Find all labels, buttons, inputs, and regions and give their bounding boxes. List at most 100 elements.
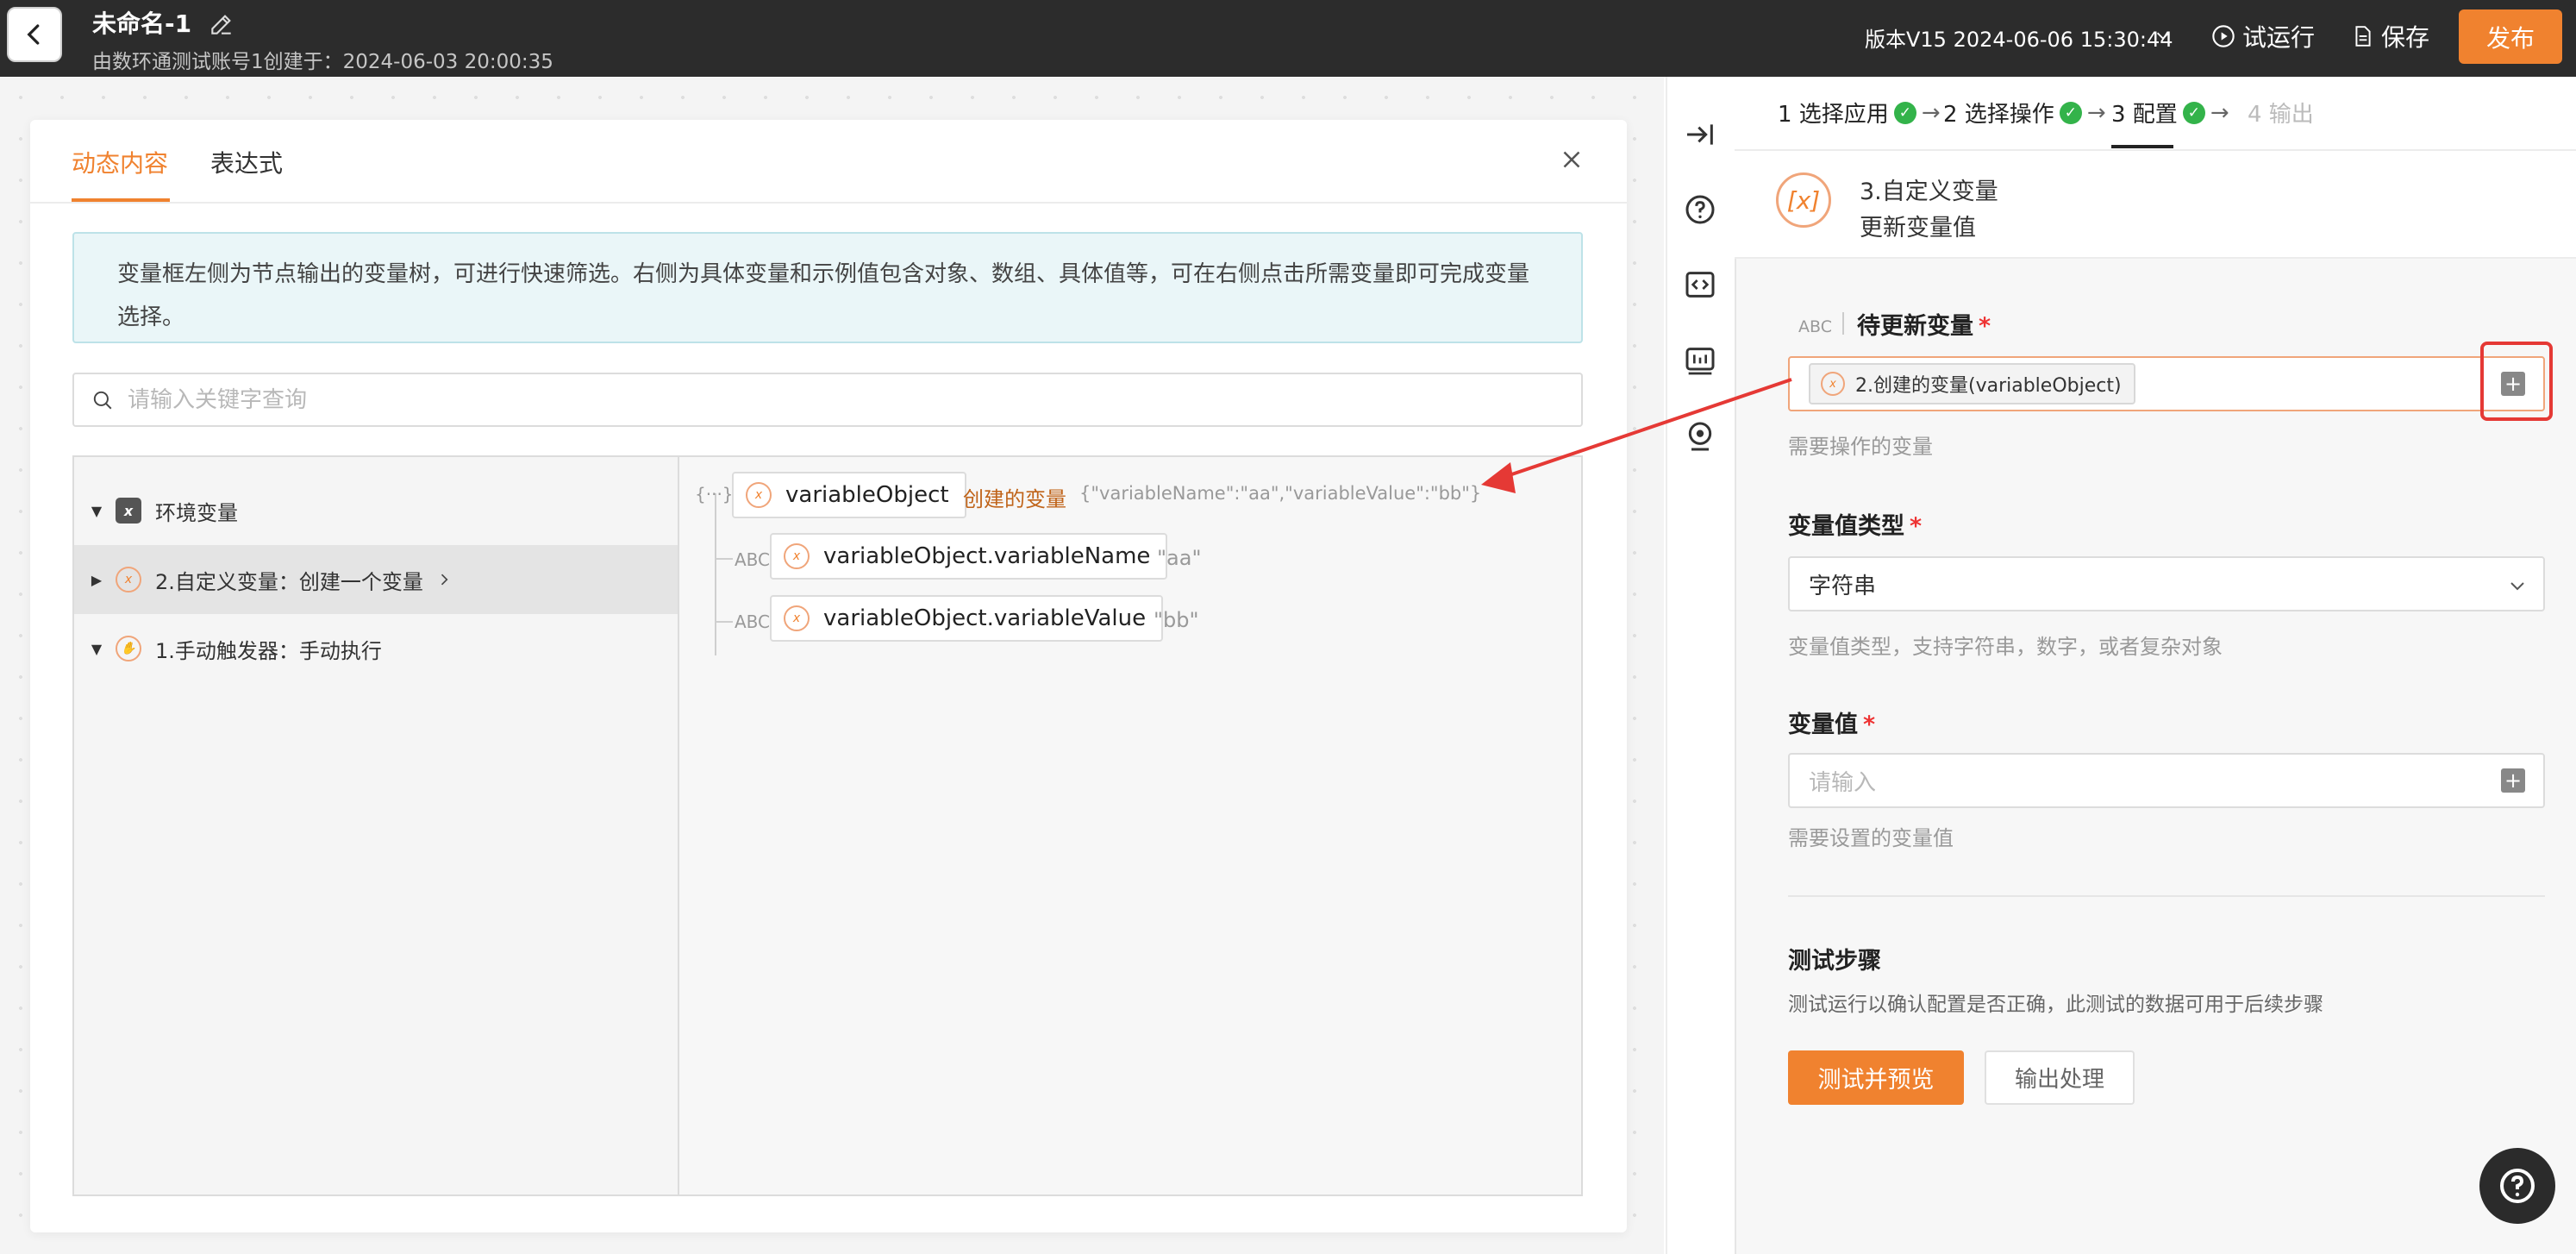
log-icon[interactable] [1683,343,1717,378]
tabs-divider [30,202,1627,204]
tab-expression[interactable]: 表达式 [210,145,283,179]
variable-node-icon: x [784,605,810,631]
variable-chip-value[interactable]: x variableObject.variableValue [770,595,1164,642]
step-output[interactable]: 4 输出 [2248,97,2314,129]
chevron-right-icon [441,574,448,586]
tree-item-custom-variable[interactable]: ▶ x 2.自定义变量：创建一个变量 [74,545,678,614]
check-circle-icon: ✓ [2059,101,2082,124]
hand-icon: ✋ [116,636,141,661]
badge-divider [1842,312,1844,335]
info-banner: 变量框左侧为节点输出的变量树，可进行快速筛选。右侧为具体变量和示例值包含对象、数… [72,232,1583,343]
arrow-right-icon: → [2210,99,2229,126]
selected-variable-chip[interactable]: x 2.创建的变量(variableObject) [1809,363,2135,404]
save-button[interactable]: 保存 [2352,19,2429,53]
step-label: 4 输出 [2248,102,2314,128]
tree-item-label: 1.手动触发器：手动执行 [155,638,382,663]
variable-name: variableObject.variableName [823,543,1151,569]
target-variable-hint: 需要操作的变量 [1788,435,1933,459]
publish-button[interactable]: 发布 [2459,9,2562,64]
test-step-title: 测试步骤 [1788,948,1881,975]
test-run-button[interactable]: 试运行 [2211,19,2315,53]
selected-variable-label: 2.创建的变量(variableObject) [1855,375,2122,397]
search-icon [93,391,112,409]
step-configure[interactable]: 3 配置 ✓ → [2111,97,2229,129]
help-icon [2500,1169,2535,1203]
document-icon [2355,26,2371,47]
arrow-right-icon: → [2086,99,2106,126]
chevron-down-icon[interactable] [2154,26,2173,45]
test-step-desc: 测试运行以确认配置是否正确，此测试的数据可用于后续步骤 [1788,994,2323,1016]
arrow-right-icon: → [1921,99,1941,126]
variable-value-placeholder: 请输入 [1809,769,1877,796]
tree-item-env[interactable]: ▼ x 环境变量 [74,476,678,545]
variable-name: variableObject.variableValue [823,605,1147,631]
version-select[interactable]: 版本V15 2024-06-06 15:30:44 [1865,22,2173,53]
value-type-label: 变量值类型 * [1788,513,1923,540]
tab-dynamic-content[interactable]: 动态内容 [72,145,168,179]
variable-chip-name[interactable]: x variableObject.variableName [770,533,1168,580]
step-select-app[interactable]: 1 选择应用 ✓ → [1778,97,1941,129]
tree-item-label: 2.自定义变量：创建一个变量 [155,569,423,594]
variable-name: variableObject [785,482,949,508]
search-box[interactable] [72,373,1583,427]
search-input[interactable] [128,386,1507,413]
step-label: 1 选择应用 [1778,102,1889,128]
code-icon[interactable] [1683,267,1717,302]
variable-node-icon: x [116,567,141,593]
value-type-value: 字符串 [1809,573,1877,599]
variable-node-icon: x [1821,372,1845,396]
close-icon[interactable] [1557,145,1586,174]
check-circle-icon: ✓ [1893,101,1916,124]
node-subtitle: 更新变量值 [1860,215,1976,241]
variable-sample-value: {"variableName":"aa","variableValue":"bb… [1079,483,1482,504]
variable-node-icon: x [746,482,772,508]
target-variable-field[interactable]: x 2.创建的变量(variableObject) [1788,356,2545,411]
variable-node-icon: x [784,543,810,569]
check-circle-icon: ✓ [2182,101,2205,124]
tree-item-manual-trigger[interactable]: ▼ ✋ 1.手动触发器：手动执行 [74,614,678,683]
highlight-box [2480,342,2553,421]
variable-value-input[interactable]: 请输入 [1788,753,2545,808]
save-label: 保存 [2381,23,2430,52]
active-step-indicator [2111,145,2173,148]
step-select-action[interactable]: 2 选择操作 ✓ → [1943,97,2106,129]
play-circle-icon [2212,25,2235,47]
help-button[interactable] [2479,1148,2555,1224]
target-variable-label: 待更新变量 * [1857,313,1991,340]
variable-node-icon: [x] [1776,172,1831,228]
caret-down-icon[interactable]: ▼ [84,641,109,657]
caret-right-icon[interactable]: ▶ [84,572,109,588]
value-type-hint: 变量值类型，支持字符串，数字，或者复杂对象 [1788,635,2223,659]
help-icon[interactable] [1683,192,1717,227]
variable-value-label: 变量值 * [1788,712,1876,738]
test-preview-button[interactable]: 测试并预览 [1788,1050,1964,1105]
variable-label: 创建的变量 [963,487,1066,511]
variable-tree: ▼ x 环境变量 ▶ x 2.自定义变量：创建一个变量 ▼ ✋ 1.手动触发器：… [72,455,678,1196]
string-type-badge: ABC [735,549,771,570]
variable-icon: x [116,498,141,524]
location-icon[interactable] [1683,419,1717,454]
add-value-button[interactable]: + [2501,768,2525,793]
back-button[interactable] [7,7,62,62]
variable-sample-value: "aa" [1157,546,1202,570]
object-type-badge: {···} [695,484,734,505]
side-toolbar [1666,77,1735,1254]
page-title: 未命名-1 [92,9,192,38]
section-divider [1788,895,2545,897]
step-label: 3 配置 [2111,102,2178,128]
value-type-select[interactable]: 字符串 [1788,556,2545,611]
node-title: 3.自定义变量 [1860,179,1998,205]
string-type-badge: ABC [1798,317,1832,336]
output-processing-button[interactable]: 输出处理 [1985,1050,2135,1105]
caret-down-icon[interactable]: ▼ [84,503,109,519]
collapse-panel-icon[interactable] [1683,117,1717,152]
tree-item-label: 环境变量 [155,500,238,525]
variable-chip-root[interactable]: x variableObject [732,472,966,518]
string-type-badge: ABC [735,611,771,632]
test-run-label: 试运行 [2242,23,2316,52]
chevron-down-icon [2510,582,2524,591]
step-label: 2 选择操作 [1943,102,2054,128]
edit-icon[interactable] [208,10,235,38]
variable-value-hint: 需要设置的变量值 [1788,826,1954,850]
variable-sample-value: "bb" [1154,608,1199,632]
